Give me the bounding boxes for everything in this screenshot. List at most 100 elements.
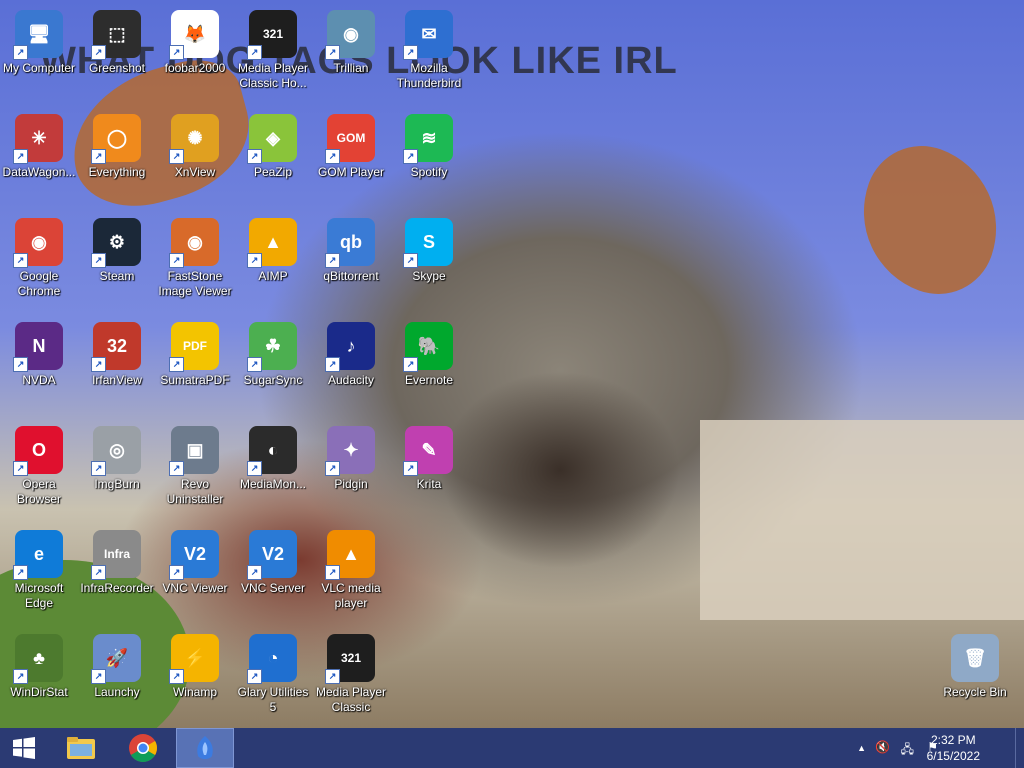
desktop-icon-chrome[interactable]: ◉ ↗ Google Chrome bbox=[0, 214, 78, 314]
desktop-icon-sumatrapdf[interactable]: PDF ↗ SumatraPDF bbox=[156, 318, 234, 418]
shortcut-arrow-icon: ↗ bbox=[91, 461, 106, 476]
volume-muted-icon[interactable]: 🔇 bbox=[875, 740, 890, 754]
shortcut-arrow-icon: ↗ bbox=[91, 565, 106, 580]
datawagon-icon: ✳ ↗ bbox=[13, 114, 63, 164]
desktop-icon-edge[interactable]: e ↗ Microsoft Edge bbox=[0, 526, 78, 626]
desktop-icon-windirstat[interactable]: ♣ ↗ WinDirStat bbox=[0, 630, 78, 728]
desktop-icon-imgburn[interactable]: ◎ ↗ ImgBurn bbox=[78, 422, 156, 522]
app-icon bbox=[197, 736, 213, 759]
desktop-icon-mediamonkey[interactable]: ◐ ↗ MediaMon... bbox=[234, 422, 312, 522]
desktop-icon-label: XnView bbox=[174, 165, 216, 179]
desktop-icon-winamp[interactable]: ⚡ ↗ Winamp bbox=[156, 630, 234, 728]
desktop-icon-vnc-server[interactable]: V2 ↗ VNC Server bbox=[234, 526, 312, 626]
desktop-icon-label: VNC Viewer bbox=[162, 581, 228, 595]
revo-icon: ▣ ↗ bbox=[169, 426, 219, 476]
mediamonkey-icon: ◐ ↗ bbox=[247, 426, 297, 476]
krita-icon: ✎ ↗ bbox=[403, 426, 453, 476]
steam-icon: ⚙ ↗ bbox=[91, 218, 141, 268]
vlc-icon: ▲ ↗ bbox=[325, 530, 375, 580]
desktop-icon-recycle-bin[interactable]: 🗑 Recycle Bin bbox=[936, 630, 1014, 728]
gom-icon: GOM ↗ bbox=[325, 114, 375, 164]
start-button[interactable] bbox=[0, 728, 48, 768]
desktop-icon-opera[interactable]: O ↗ Opera Browser bbox=[0, 422, 78, 522]
everything-icon: ◯ ↗ bbox=[91, 114, 141, 164]
desktop-icon-label: My Computer bbox=[2, 61, 76, 75]
desktop-icon-spotify[interactable]: ≋ ↗ Spotify bbox=[390, 110, 468, 210]
desktop-icon-mpc-hc[interactable]: 321 ↗ Media Player Classic Ho... bbox=[234, 6, 312, 106]
desktop-icon-glary[interactable]: ◔ ↗ Glary Utilities 5 bbox=[234, 630, 312, 728]
sugarsync-icon: ☘ ↗ bbox=[247, 322, 297, 372]
desktop-icon-label: NVDA bbox=[22, 373, 56, 387]
trillian-icon: ◉ ↗ bbox=[325, 10, 375, 60]
shortcut-arrow-icon: ↗ bbox=[403, 357, 418, 372]
desktop-icon-qbittorrent[interactable]: qb ↗ qBittorrent bbox=[312, 214, 390, 314]
vnc-viewer-icon: V2 ↗ bbox=[169, 530, 219, 580]
desktop[interactable]: WHAT DOG TAGS LOOK LIKE IRL 🖥 ↗ My Compute… bbox=[0, 0, 1024, 728]
shortcut-arrow-icon: ↗ bbox=[169, 669, 184, 684]
desktop-icon-krita[interactable]: ✎ ↗ Krita bbox=[390, 422, 468, 522]
desktop-icon-evernote[interactable]: 🐘 ↗ Evernote bbox=[390, 318, 468, 418]
taskbar-clock[interactable]: 2:32 PM 6/15/2022 bbox=[927, 732, 980, 764]
desktop-icon-aimp[interactable]: ▲ ↗ AIMP bbox=[234, 214, 312, 314]
desktop-icon-label: Winamp bbox=[172, 685, 217, 699]
desktop-icon-greenshot[interactable]: ⬚ ↗ Greenshot bbox=[78, 6, 156, 106]
skype-icon: S ↗ bbox=[403, 218, 453, 268]
wallpaper-ear-right bbox=[840, 130, 1020, 310]
desktop-icon-label: MediaMon... bbox=[239, 477, 307, 491]
tray-expand-icon[interactable]: ▲ bbox=[857, 743, 866, 753]
desktop-icon-faststone[interactable]: ◉ ↗ FastStone Image Viewer bbox=[156, 214, 234, 314]
desktop-icon-label: PeaZip bbox=[253, 165, 293, 179]
desktop-icon-label: Media Player Classic bbox=[315, 685, 387, 714]
desktop-icon-launchy[interactable]: 🚀 ↗ Launchy bbox=[78, 630, 156, 728]
faststone-icon: ◉ ↗ bbox=[169, 218, 219, 268]
computer-icon: 🖥 ↗ bbox=[13, 10, 63, 60]
desktop-icon-steam[interactable]: ⚙ ↗ Steam bbox=[78, 214, 156, 314]
desktop-icon-mpc[interactable]: 321 ↗ Media Player Classic bbox=[312, 630, 390, 728]
network-icon[interactable]: 🖧 bbox=[901, 740, 914, 761]
desktop-icon-label: InfraRecorder bbox=[80, 581, 154, 595]
spotify-icon: ≋ ↗ bbox=[403, 114, 453, 164]
desktop-icon-trillian[interactable]: ◉ ↗ Trillian bbox=[312, 6, 390, 106]
desktop-icon-label: Revo Uninstaller bbox=[166, 477, 224, 506]
desktop-icon-vnc-viewer[interactable]: V2 ↗ VNC Viewer bbox=[156, 526, 234, 626]
desktop-icon-gom[interactable]: GOM ↗ GOM Player bbox=[312, 110, 390, 210]
shortcut-arrow-icon: ↗ bbox=[325, 149, 340, 164]
desktop-icon-foobar[interactable]: 🦊 ↗ foobar2000 bbox=[156, 6, 234, 106]
desktop-icon-label: Spotify bbox=[410, 165, 448, 179]
desktop-icon-label: DataWagon... bbox=[2, 165, 76, 179]
taskbar-active-app[interactable] bbox=[176, 728, 234, 768]
shortcut-arrow-icon: ↗ bbox=[403, 45, 418, 60]
desktop-icon-label: Greenshot bbox=[88, 61, 146, 75]
desktop-icon-vlc[interactable]: ▲ ↗ VLC media player bbox=[312, 526, 390, 626]
desktop-icon-label: Recycle Bin bbox=[943, 685, 1007, 699]
shortcut-arrow-icon: ↗ bbox=[13, 45, 28, 60]
desktop-icon-label: GOM Player bbox=[317, 165, 384, 179]
desktop-icon-datawagon[interactable]: ✳ ↗ DataWagon... bbox=[0, 110, 78, 210]
desktop-icon-skype[interactable]: S ↗ Skype bbox=[390, 214, 468, 314]
shortcut-arrow-icon: ↗ bbox=[169, 357, 184, 372]
desktop-icon-thunderbird[interactable]: ✉ ↗ Mozilla Thunderbird bbox=[390, 6, 468, 106]
imgburn-icon: ◎ ↗ bbox=[91, 426, 141, 476]
desktop-icon-infrarecorder[interactable]: Infra ↗ InfraRecorder bbox=[78, 526, 156, 626]
show-desktop-button[interactable] bbox=[1015, 728, 1024, 768]
desktop-icon-label: Google Chrome bbox=[17, 269, 61, 298]
thunderbird-icon: ✉ ↗ bbox=[403, 10, 453, 60]
desktop-icon-xnview[interactable]: ✺ ↗ XnView bbox=[156, 110, 234, 210]
desktop-icon-irfanview[interactable]: 32 ↗ IrfanView bbox=[78, 318, 156, 418]
desktop-icon-nvda[interactable]: N ↗ NVDA bbox=[0, 318, 78, 418]
greenshot-icon: ⬚ ↗ bbox=[91, 10, 141, 60]
desktop-icon-computer[interactable]: 🖥 ↗ My Computer bbox=[0, 6, 78, 106]
taskbar-file-explorer[interactable] bbox=[58, 728, 104, 768]
taskbar-chrome[interactable] bbox=[120, 728, 166, 768]
desktop-icon-everything[interactable]: ◯ ↗ Everything bbox=[78, 110, 156, 210]
shortcut-arrow-icon: ↗ bbox=[247, 357, 262, 372]
desktop-icon-sugarsync[interactable]: ☘ ↗ SugarSync bbox=[234, 318, 312, 418]
desktop-icon-revo[interactable]: ▣ ↗ Revo Uninstaller bbox=[156, 422, 234, 522]
desktop-icon-label: Microsoft Edge bbox=[14, 581, 64, 610]
wallpaper-fence bbox=[700, 420, 1024, 620]
winamp-icon: ⚡ ↗ bbox=[169, 634, 219, 684]
desktop-icon-audacity[interactable]: ♪ ↗ Audacity bbox=[312, 318, 390, 418]
desktop-icon-pidgin[interactable]: ✦ ↗ Pidgin bbox=[312, 422, 390, 522]
qbittorrent-icon: qb ↗ bbox=[325, 218, 375, 268]
desktop-icon-peazip[interactable]: ◈ ↗ PeaZip bbox=[234, 110, 312, 210]
